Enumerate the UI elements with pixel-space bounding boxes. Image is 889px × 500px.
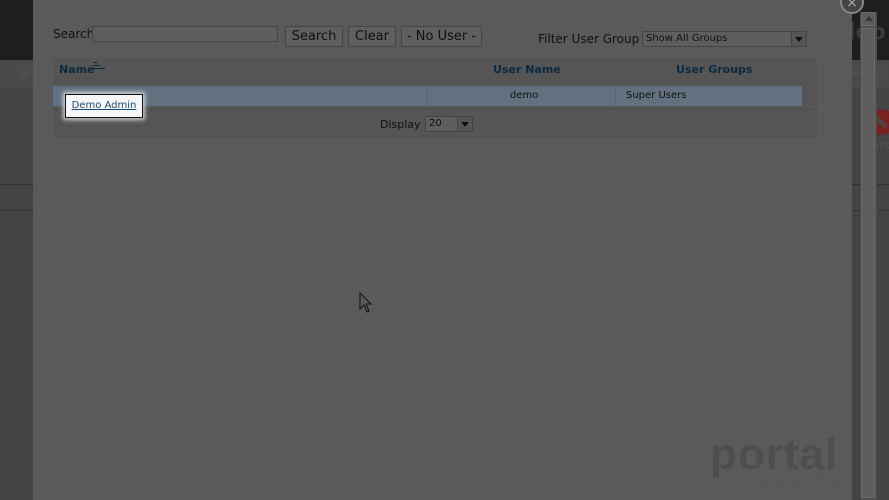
chevron-down-icon[interactable] <box>791 32 806 46</box>
display-count-value: 20 <box>429 118 442 129</box>
search-label: Search <box>53 27 95 41</box>
background-left-panel <box>0 88 33 500</box>
cell-divider <box>615 86 616 106</box>
sort-ascending-icon[interactable] <box>93 62 105 72</box>
column-header-username[interactable]: User Name <box>493 63 561 76</box>
filter-user-group-label: Filter User Group <box>538 32 640 46</box>
cell-username: demo <box>510 90 539 101</box>
table-divider <box>53 109 817 110</box>
filter-selected-value: Show All Groups <box>646 33 728 44</box>
users-table: Name User Name User Groups demo Super Us… <box>53 58 817 138</box>
filter-user-group-select[interactable]: Show All Groups <box>642 31 807 47</box>
background-divider <box>0 210 33 211</box>
cell-user-groups: Super Users <box>626 90 687 101</box>
chevron-down-icon[interactable] <box>457 117 472 131</box>
background-divider <box>0 184 33 185</box>
search-input[interactable] <box>92 26 278 42</box>
display-count-select[interactable]: 20 <box>425 116 473 132</box>
column-header-name[interactable]: Name <box>59 63 95 76</box>
table-row[interactable]: demo Super Users <box>53 86 802 106</box>
background-menu-text-left: S <box>22 68 29 79</box>
search-button[interactable]: Search <box>285 26 343 47</box>
column-header-user-groups[interactable]: User Groups <box>676 63 752 76</box>
cell-divider <box>427 86 428 106</box>
user-link-demo-admin[interactable]: Demo Admin <box>65 94 143 118</box>
watermark-subtitle: WEB HOSTING <box>760 478 851 487</box>
mouse-pointer-icon <box>359 292 373 313</box>
watermark-logo: portal <box>710 430 839 479</box>
clear-button[interactable]: Clear <box>348 26 396 47</box>
no-user-button[interactable]: - No User - <box>401 26 482 47</box>
modal-scrollbar[interactable] <box>860 12 877 500</box>
scroll-up-arrow-icon[interactable] <box>861 12 875 26</box>
scrollbar-thumb[interactable] <box>861 28 875 498</box>
